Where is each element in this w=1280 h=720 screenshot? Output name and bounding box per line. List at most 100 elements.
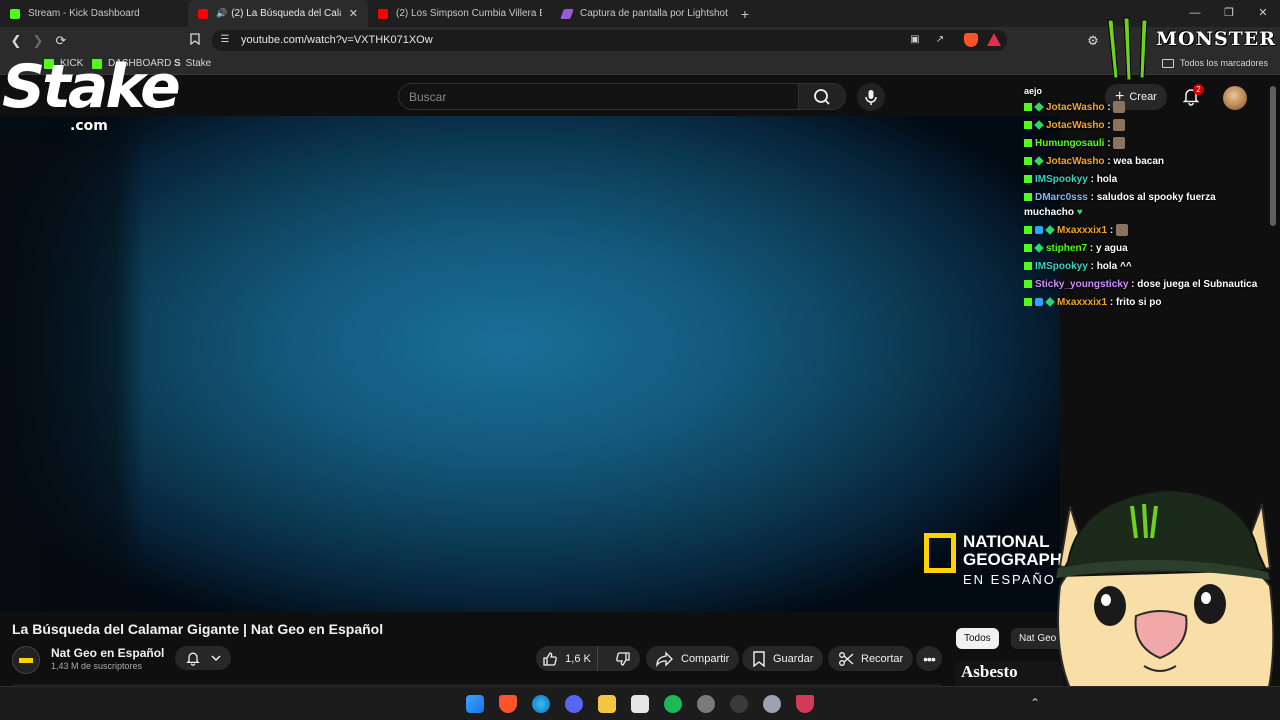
- tab-title: Stream - Kick Dashboard: [28, 8, 140, 19]
- gift-badge-icon: [1034, 102, 1044, 113]
- chat-username[interactable]: Humungosauli: [1035, 138, 1104, 149]
- chat-text: hola ^^: [1096, 261, 1132, 272]
- chat-username[interactable]: Sticky_youngsticky: [1035, 279, 1128, 290]
- chat-message: IMSpookyy : hola: [1022, 172, 1262, 187]
- windows-start-icon[interactable]: [466, 695, 484, 713]
- obs-icon[interactable]: [697, 695, 715, 713]
- kick-icon: [10, 8, 20, 19]
- tab-title: (2) La Búsqueda del Calamar Gigante: [231, 8, 341, 19]
- video-vignette: [0, 116, 145, 612]
- bookmark-label: Stake: [185, 58, 212, 69]
- scissors-icon: [839, 651, 854, 666]
- chat-text: hola: [1096, 174, 1118, 185]
- chat-message: DMarc0sss : saludos al spooky fuerza muc…: [1022, 190, 1262, 220]
- chat-message: IMSpookyy : hola ^^: [1022, 259, 1262, 274]
- chat-separator: :: [1107, 297, 1116, 308]
- share-button[interactable]: Compartir: [646, 646, 740, 671]
- search-input[interactable]: [399, 84, 799, 109]
- chat-separator: :: [1104, 138, 1114, 149]
- voice-search-button[interactable]: [857, 83, 885, 111]
- chat-separator: :: [1087, 261, 1097, 272]
- save-button[interactable]: Guardar: [742, 646, 824, 671]
- url-text: youtube.com/watch?v=VXTHK071XOw: [241, 34, 433, 46]
- brave-shield-icon[interactable]: [964, 33, 978, 47]
- spotify-icon[interactable]: [664, 695, 682, 713]
- monster-logo-overlay: MONSTER: [1100, 16, 1280, 82]
- address-bar[interactable]: ☰ youtube.com/watch?v=VXTHK071XOw ▣ ↗: [212, 30, 1007, 51]
- discord-icon[interactable]: [565, 695, 583, 713]
- chat-username[interactable]: JotacWasho: [1046, 120, 1105, 131]
- chat-separator: :: [1128, 279, 1138, 290]
- clip-button[interactable]: Recortar: [828, 646, 914, 671]
- bookmark-icon[interactable]: [185, 31, 205, 51]
- brave-browser-icon[interactable]: [499, 695, 517, 713]
- kick-badge-icon: [1024, 244, 1032, 253]
- kick-badge-icon: [1024, 280, 1032, 289]
- page-scrollbar[interactable]: [1270, 86, 1276, 226]
- settings-gear-icon[interactable]: [763, 695, 781, 713]
- subscriber-count: 1,43 M de suscriptores: [51, 661, 143, 671]
- chat-username[interactable]: stiphen7: [1046, 243, 1087, 254]
- tab-youtube-simpson[interactable]: (2) Los Simpson Cumbia Villera El Pr: [368, 0, 552, 27]
- reload-button[interactable]: ⟳: [51, 31, 71, 51]
- channel-name[interactable]: Nat Geo en Español: [51, 646, 164, 660]
- app-icon[interactable]: [730, 695, 748, 713]
- close-tab-icon[interactable]: ✕: [343, 7, 358, 20]
- like-button[interactable]: 1,6 K: [536, 646, 598, 671]
- new-tab-button[interactable]: +: [732, 6, 758, 22]
- chat-username[interactable]: IMSpookyy: [1035, 174, 1088, 185]
- channel-avatar[interactable]: [12, 646, 40, 674]
- brave-rewards-icon[interactable]: [987, 33, 1001, 46]
- gift-badge-icon: [1045, 297, 1055, 308]
- microphone-icon: [865, 90, 877, 105]
- tab-title: Captura de pantalla por Lightshot: [580, 8, 728, 19]
- file-explorer-icon[interactable]: [598, 695, 616, 713]
- edge-browser-icon[interactable]: [532, 695, 550, 713]
- chat-header: aejo: [1024, 86, 1043, 96]
- tray-chevron-up-icon[interactable]: ⌃: [1030, 696, 1040, 710]
- bookmark-icon: [753, 650, 765, 667]
- clip-label: Recortar: [861, 652, 904, 665]
- chat-username[interactable]: Mxaxxxix1: [1057, 225, 1107, 236]
- chat-message: Sticky_youngsticky : dose juega el Subna…: [1022, 277, 1262, 292]
- windows-taskbar: ⌃: [0, 686, 1280, 720]
- cat-avatar-overlay: [1056, 488, 1275, 720]
- stream-deck-icon[interactable]: [631, 695, 649, 713]
- chat-separator: :: [1087, 192, 1097, 203]
- chat-emote-icon: [1113, 101, 1126, 114]
- video-player[interactable]: [0, 116, 1060, 612]
- forward-button[interactable]: ❯: [28, 31, 48, 51]
- chat-separator: :: [1087, 174, 1097, 185]
- cast-icon[interactable]: ▣: [908, 33, 922, 47]
- tab-lightshot[interactable]: Captura de pantalla por Lightshot: [552, 0, 732, 27]
- kick-badge-icon: [1024, 193, 1032, 202]
- brave-rewards-icon[interactable]: [796, 695, 814, 713]
- chat-message: JotacWasho : wea bacan: [1022, 154, 1262, 169]
- kick-badge-icon: [1024, 139, 1032, 148]
- chat-username[interactable]: IMSpookyy: [1035, 261, 1088, 272]
- kick-badge-icon: [1024, 226, 1032, 235]
- back-button[interactable]: ❮: [6, 31, 26, 51]
- more-actions-button[interactable]: •••: [916, 646, 942, 671]
- stake-domain: .com: [70, 118, 108, 134]
- subscription-button[interactable]: [175, 646, 231, 670]
- natgeo-yellow-frame-icon: [924, 533, 956, 573]
- video-title: La Búsqueda del Calamar Gigante | Nat Ge…: [12, 621, 384, 637]
- chat-username[interactable]: JotacWasho: [1046, 102, 1105, 113]
- chat-username[interactable]: Mxaxxxix1: [1057, 297, 1107, 308]
- chat-username[interactable]: DMarc0sss: [1035, 192, 1088, 203]
- search-button[interactable]: [798, 83, 846, 110]
- like-dislike-group: 1,6 K: [536, 646, 640, 671]
- tab-youtube-calamar[interactable]: 🔊 (2) La Búsqueda del Calamar Gigante ✕: [188, 0, 368, 27]
- chat-message: JotacWasho :: [1022, 118, 1262, 133]
- monster-wordmark: MONSTER: [1156, 28, 1277, 50]
- tab-kick-dashboard[interactable]: Stream - Kick Dashboard: [0, 0, 188, 27]
- site-settings-icon[interactable]: ☰: [218, 33, 232, 47]
- chip-all[interactable]: Todos: [956, 628, 999, 649]
- share-icon[interactable]: ↗: [933, 33, 947, 47]
- green-heart-icon: ♥: [1074, 207, 1083, 218]
- chat-username[interactable]: JotacWasho: [1046, 156, 1105, 167]
- kick-badge-icon: [1024, 175, 1032, 184]
- search-box[interactable]: [398, 83, 799, 110]
- dislike-button[interactable]: [605, 646, 640, 671]
